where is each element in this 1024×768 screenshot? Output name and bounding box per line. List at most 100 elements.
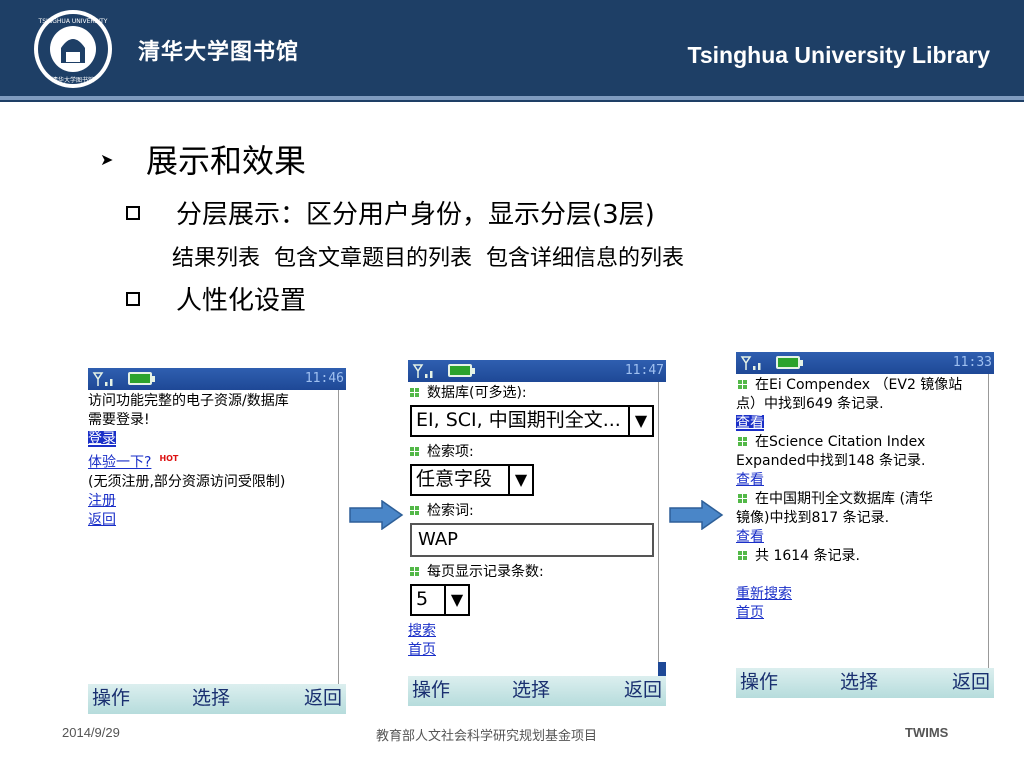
field-label: 检索项:	[427, 444, 474, 460]
perpage-select[interactable]: 5 ▼	[410, 584, 470, 616]
flow-arrow-icon	[669, 500, 724, 530]
phone-screen-login: 11:46 访问功能完整的电子资源/数据库 需要登录! 登录 体验一下? HOT …	[88, 368, 346, 714]
green-bullet-icon	[410, 506, 419, 515]
flow-arrow-icon	[349, 500, 404, 530]
bullet-item-2: 人性化设置	[126, 280, 306, 317]
softkey-bar: 操作 选择 返回	[736, 668, 994, 698]
hot-badge: HOT	[159, 454, 179, 463]
green-bullet-icon	[738, 437, 747, 446]
green-bullet-icon	[738, 494, 747, 503]
scrollbar[interactable]	[988, 374, 994, 668]
result-text: Expanded中找到148 条记录.	[736, 453, 926, 469]
battery-icon	[128, 372, 155, 385]
info-text: 需要登录!	[88, 412, 150, 428]
result-text: 在中国期刊全文数据库 (清华	[755, 491, 933, 507]
softkey-select[interactable]: 选择	[192, 683, 230, 710]
svg-text:TSINGHUA UNIVERSITY: TSINGHUA UNIVERSITY	[38, 18, 108, 25]
back-link[interactable]: 返回	[88, 512, 116, 528]
research-link[interactable]: 重新搜索	[736, 586, 792, 602]
softkey-select[interactable]: 选择	[840, 667, 878, 694]
softkey-back[interactable]: 返回	[624, 675, 662, 702]
dropdown-arrow-icon: ▼	[508, 466, 532, 494]
scrollbar-thumb[interactable]	[658, 662, 666, 676]
green-bullet-icon	[410, 447, 419, 456]
battery-icon	[776, 356, 803, 369]
square-bullet-icon	[126, 291, 140, 306]
green-bullet-icon	[410, 567, 419, 576]
footer-brand: TWIMS	[905, 725, 949, 740]
result-text: 镜像)中找到817 条记录.	[736, 510, 890, 526]
view-link[interactable]: 查看	[736, 472, 764, 488]
trial-link[interactable]: 体验一下?	[88, 455, 151, 471]
phone-screen-results: 11:33 在Ei Compendex （EV2 镜像站 点）中找到649 条记…	[736, 352, 994, 698]
db-label: 数据库(可多选):	[427, 385, 527, 401]
dropdown-arrow-icon: ▼	[444, 586, 468, 614]
header-divider-dark	[0, 100, 1024, 102]
signal-icon	[740, 356, 761, 370]
bullet-title: 展示和效果	[146, 142, 307, 180]
perpage-label: 每页显示记录条数:	[427, 564, 544, 580]
square-bullet-icon	[126, 205, 140, 220]
softkey-back[interactable]: 返回	[952, 667, 990, 694]
search-field-value: 任意字段	[416, 468, 493, 490]
phone-screen-search: 11:47 数据库(可多选): EI, SCI, 中国期刊全文... ▼ 检索项…	[408, 360, 666, 706]
view-link[interactable]: 查看	[736, 529, 764, 545]
info-text: 访问功能完整的电子资源/数据库	[88, 393, 289, 409]
softkey-action[interactable]: 操作	[92, 683, 130, 710]
bullet-item-1: 分层展示：区分用户身份，显示分层(3层)	[126, 194, 655, 231]
signal-icon	[92, 372, 113, 386]
header-bar: TSINGHUA UNIVERSITY 清华大学图书馆 清华大学图书馆 Tsin…	[0, 0, 1024, 96]
dropdown-arrow-icon: ▼	[628, 407, 652, 435]
bullet-item-2-text: 人性化设置	[176, 286, 307, 316]
footer-date: 2014/9/29	[62, 725, 120, 740]
result-text: 在Science Citation Index	[755, 434, 926, 450]
database-select-value: EI, SCI, 中国期刊全文...	[416, 409, 621, 431]
phone-content: 在Ei Compendex （EV2 镜像站 点）中找到649 条记录. 查看 …	[736, 376, 988, 623]
arrow-bullet-icon: ➤	[100, 149, 114, 169]
total-text: 共 1614 条记录.	[755, 548, 860, 564]
register-link[interactable]: 注册	[88, 493, 116, 509]
tsinghua-seal-logo: TSINGHUA UNIVERSITY 清华大学图书馆	[34, 10, 112, 88]
softkey-bar: 操作 选择 返回	[408, 676, 666, 706]
result-text: 点）中找到649 条记录.	[736, 396, 884, 412]
note-text: (无须注册,部分资源访问受限制)	[88, 473, 286, 490]
bullet-item-1-sub: 结果列表 包含文章题目的列表 包含详细信息的列表	[172, 246, 684, 271]
status-bar: 11:47	[408, 360, 666, 382]
phone-content: 访问功能完整的电子资源/数据库 需要登录! 登录 体验一下? HOT (无须注册,…	[88, 392, 338, 530]
clock: 11:33	[952, 355, 992, 370]
green-bullet-icon	[738, 551, 747, 560]
signal-icon	[412, 364, 433, 378]
view-link[interactable]: 查看	[736, 415, 764, 431]
clock: 11:46	[304, 371, 344, 386]
green-bullet-icon	[410, 388, 419, 397]
search-link[interactable]: 搜索	[408, 623, 436, 639]
softkey-action[interactable]: 操作	[412, 675, 450, 702]
footer-project: 教育部人文社会科学研究规划基金项目	[376, 728, 598, 743]
library-name-cn: 清华大学图书馆	[138, 40, 300, 65]
softkey-action[interactable]: 操作	[740, 667, 778, 694]
softkey-select[interactable]: 选择	[512, 675, 550, 702]
search-field-select[interactable]: 任意字段 ▼	[410, 464, 534, 496]
result-text: 在Ei Compendex （EV2 镜像站	[755, 377, 963, 393]
phone-content: 数据库(可多选): EI, SCI, 中国期刊全文... ▼ 检索项: 任意字段…	[408, 384, 658, 660]
svg-text:清华大学图书馆: 清华大学图书馆	[52, 76, 94, 84]
softkey-back[interactable]: 返回	[304, 683, 342, 710]
database-select[interactable]: EI, SCI, 中国期刊全文... ▼	[410, 405, 654, 437]
keyword-input[interactable]: WAP	[410, 523, 654, 557]
library-name-en: Tsinghua University Library	[687, 42, 990, 68]
green-bullet-icon	[738, 380, 747, 389]
battery-icon	[448, 364, 475, 377]
keyword-label: 检索词:	[427, 503, 474, 519]
perpage-value: 5	[416, 588, 429, 610]
scrollbar[interactable]	[658, 382, 666, 676]
bullet-level1: ➤ 展示和效果	[100, 136, 306, 182]
softkey-bar: 操作 选择 返回	[88, 684, 346, 714]
home-link[interactable]: 首页	[736, 605, 764, 621]
scrollbar[interactable]	[338, 390, 346, 684]
status-bar: 11:33	[736, 352, 994, 374]
status-bar: 11:46	[88, 368, 346, 390]
clock: 11:47	[624, 363, 664, 378]
bullet-item-1-text: 分层展示：区分用户身份，显示分层(3层)	[176, 200, 655, 230]
login-link[interactable]: 登录	[88, 431, 116, 447]
home-link[interactable]: 首页	[408, 642, 436, 658]
